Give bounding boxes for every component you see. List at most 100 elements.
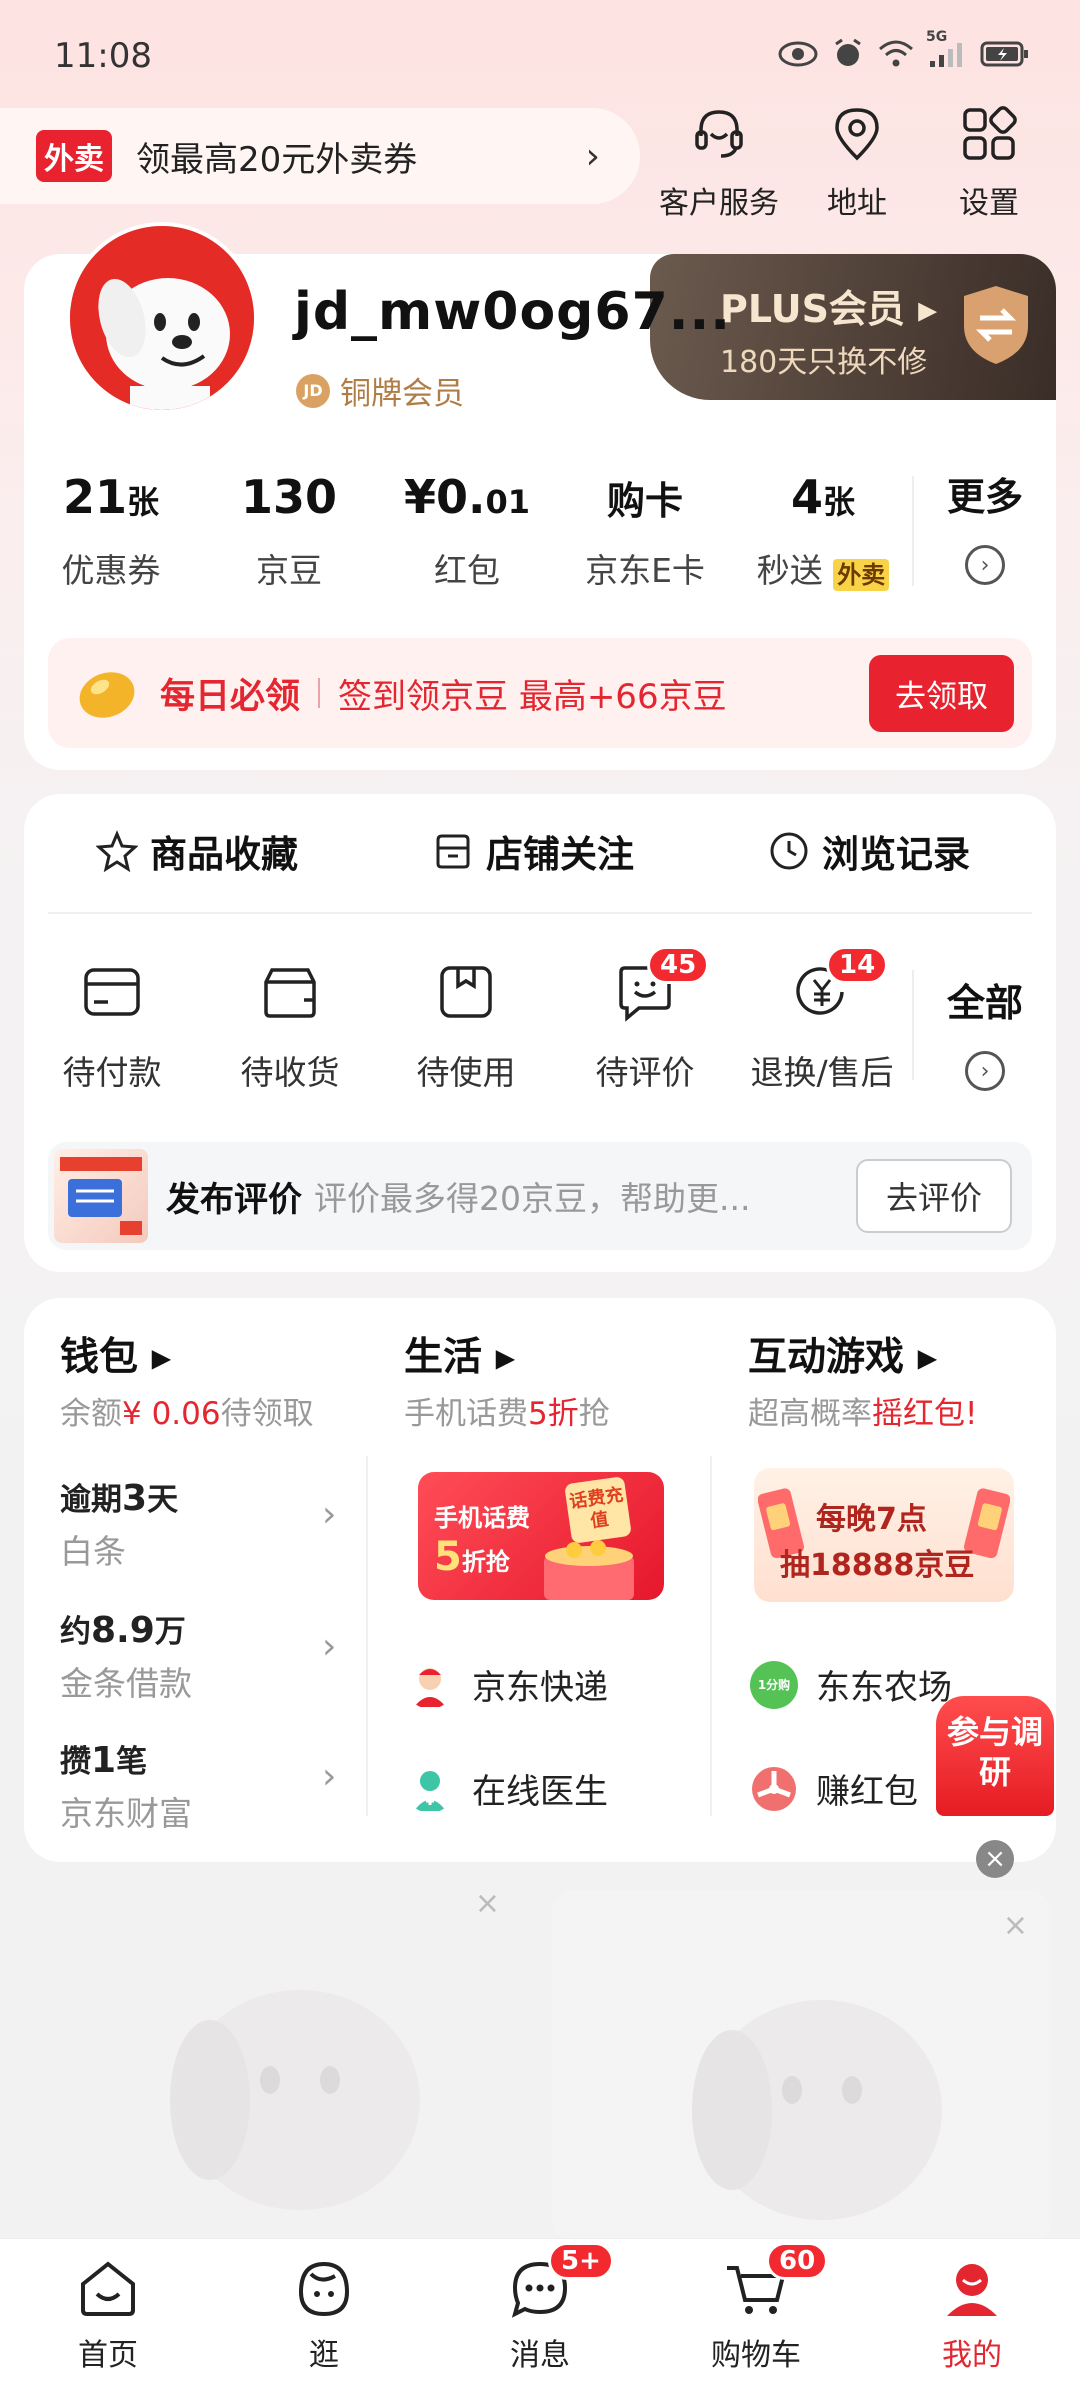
product-thumbnail	[54, 1149, 148, 1243]
circle-chevron-right-icon: ›	[965, 1051, 1005, 1091]
games-subtitle: 超高概率摇红包!	[748, 1388, 977, 1433]
order-refund-aftersale[interactable]: 退换/售后 14	[742, 946, 902, 1094]
banner-line1: 手机话费	[434, 1504, 530, 1532]
assets-more-button[interactable]: 更多 ›	[930, 466, 1040, 585]
fin-big: 8.9	[91, 1610, 155, 1651]
tab-label: 逛	[309, 2338, 339, 2373]
survey-float-button[interactable]: 参与调研	[936, 1696, 1054, 1816]
life-header[interactable]: 生活 ▸	[404, 1326, 515, 1382]
favorites-products-tab[interactable]: 商品收藏	[96, 824, 298, 878]
eye-icon	[778, 40, 818, 72]
earn-red-packet-link[interactable]: 赚红包	[750, 1764, 918, 1813]
games-sub-prefix: 超高概率	[748, 1396, 872, 1432]
asset-red-packet[interactable]: ¥0.01 红包	[392, 470, 542, 592]
recommendation-placeholder-right: ×	[552, 1890, 1052, 2242]
online-doctor-link[interactable]: 在线医生	[406, 1764, 608, 1813]
tab-messages[interactable]: 消息 5+	[460, 2242, 620, 2374]
member-level[interactable]: JD 铜牌会员	[296, 368, 464, 413]
settings-button[interactable]: 设置	[924, 104, 1054, 222]
tab-explore[interactable]: 逛	[244, 2256, 404, 2374]
order-label: 待收货	[240, 1053, 340, 1092]
username[interactable]: jd_mw0og67...	[294, 282, 731, 342]
fan-red-packet-icon	[752, 1766, 796, 1811]
more-label: 更多	[946, 475, 1023, 519]
jd-express-link[interactable]: 京东快递	[406, 1660, 608, 1709]
claim-button[interactable]: 去领取	[869, 654, 1014, 732]
network-label: 5G	[926, 29, 948, 45]
fin-big: 3	[122, 1478, 148, 1519]
daily-text: 签到领京豆 最高+66京豆	[338, 676, 727, 717]
banner-line1: 每晚7点	[816, 1502, 927, 1537]
close-icon[interactable]: ×	[475, 1890, 500, 1921]
grid-settings-icon	[963, 106, 1017, 160]
svc-label: 赚红包	[816, 1772, 918, 1812]
divider	[318, 678, 321, 708]
finance-wealth[interactable]: 攒1笔 京东财富	[60, 1736, 350, 1835]
doctor-icon	[414, 1770, 446, 1811]
svc-label: 东东农场	[816, 1668, 952, 1708]
order-to-use[interactable]: 待使用	[386, 960, 546, 1094]
close-icon[interactable]: ×	[1003, 1908, 1028, 1943]
tab-home[interactable]: 首页	[28, 2256, 188, 2374]
asset-ecard[interactable]: 购卡 京东E卡	[570, 470, 720, 592]
fin-pre: 攒	[60, 1744, 91, 1780]
banner-line2: 抽18888京豆	[780, 1548, 975, 1583]
clock-icon	[770, 832, 808, 870]
fin-label: 金条借款	[60, 1664, 192, 1703]
review-title: 发布评价	[166, 1179, 302, 1220]
banner-line2: 折抢	[461, 1548, 510, 1576]
fav-label: 浏览记录	[822, 833, 970, 876]
tab-label: 消息	[510, 2338, 570, 2373]
avatar[interactable]	[66, 222, 258, 414]
customer-service-button[interactable]: 客户服务	[654, 104, 784, 222]
browsing-history-tab[interactable]: 浏览记录	[768, 824, 970, 878]
tab-cart[interactable]: 购物车 60	[676, 2242, 836, 2374]
wallet-card-icon	[84, 968, 140, 1016]
lottery-banner[interactable]: 每晚7点 抽18888京豆	[754, 1468, 1014, 1602]
tab-profile[interactable]: 我的	[892, 2256, 1052, 2374]
games-header[interactable]: 互动游戏 ▸	[748, 1326, 937, 1382]
wallet-header[interactable]: 钱包 ▸	[60, 1326, 171, 1382]
takeout-promo-banner[interactable]: 外卖 领最高20元外卖券 ›	[0, 108, 640, 204]
tab-label: 购物车	[711, 2338, 801, 2373]
recommendation-placeholder-left: ×	[24, 1890, 514, 2242]
asset-value: 21	[62, 470, 127, 524]
asset-instant-delivery[interactable]: 4张 秒送 外卖	[748, 470, 898, 592]
order-to-review[interactable]: 待评价 45	[565, 946, 725, 1094]
fav-label: 商品收藏	[150, 833, 298, 876]
phone-bill-banner[interactable]: 手机话费 5折抢 话费充值	[418, 1472, 664, 1600]
asset-unit: 张	[823, 483, 856, 521]
order-label: 待使用	[416, 1053, 516, 1092]
aftersale-count-badge: 14	[826, 946, 889, 984]
life-title: 生活	[404, 1335, 483, 1380]
order-pending-receipt[interactable]: 待收货	[210, 960, 370, 1094]
fin-post: 万	[154, 1614, 186, 1650]
games-title: 互动游戏	[748, 1335, 905, 1380]
fin-post: 笔	[116, 1744, 148, 1780]
finance-jintiao[interactable]: 约8.9万 金条借款	[60, 1606, 350, 1705]
go-review-button[interactable]: 去评价	[855, 1159, 1012, 1233]
order-pending-payment[interactable]: 待付款	[32, 960, 192, 1094]
daily-title: 每日必领	[160, 676, 301, 717]
chevron-right-icon: ›	[322, 1756, 337, 1797]
close-icon[interactable]: ×	[976, 1840, 1014, 1878]
games-sub-red: 摇红包!	[872, 1396, 978, 1432]
gift-box-icon	[544, 1540, 634, 1600]
farm-game-link[interactable]: 1分购 东东农场	[750, 1660, 952, 1709]
divider	[710, 1456, 712, 1816]
asset-jingdou[interactable]: 130 京豆	[214, 470, 364, 592]
jd-dog-watermark-icon	[170, 1990, 420, 2210]
status-icons: 5G	[778, 29, 1030, 74]
followed-stores-tab[interactable]: 店铺关注	[432, 824, 634, 878]
publish-review-bar[interactable]: 发布评价 评价最多得20京豆，帮助更... 去评价	[48, 1142, 1032, 1250]
circle-chevron-right-icon: ›	[965, 545, 1005, 585]
wifi-icon	[878, 39, 914, 73]
asset-coupons[interactable]: 21张 优惠券	[36, 470, 186, 592]
wallet-balance: ¥ 0.06	[122, 1396, 221, 1432]
address-button[interactable]: 地址	[792, 104, 922, 222]
fin-big: 1	[91, 1740, 117, 1781]
daily-checkin-banner[interactable]: 每日必领 签到领京豆 最高+66京豆 去领取	[48, 638, 1032, 748]
divider	[48, 912, 1032, 914]
finance-baitiao[interactable]: 逾期3天 白条	[60, 1474, 350, 1573]
all-orders-button[interactable]: 全部 ›	[930, 972, 1040, 1091]
